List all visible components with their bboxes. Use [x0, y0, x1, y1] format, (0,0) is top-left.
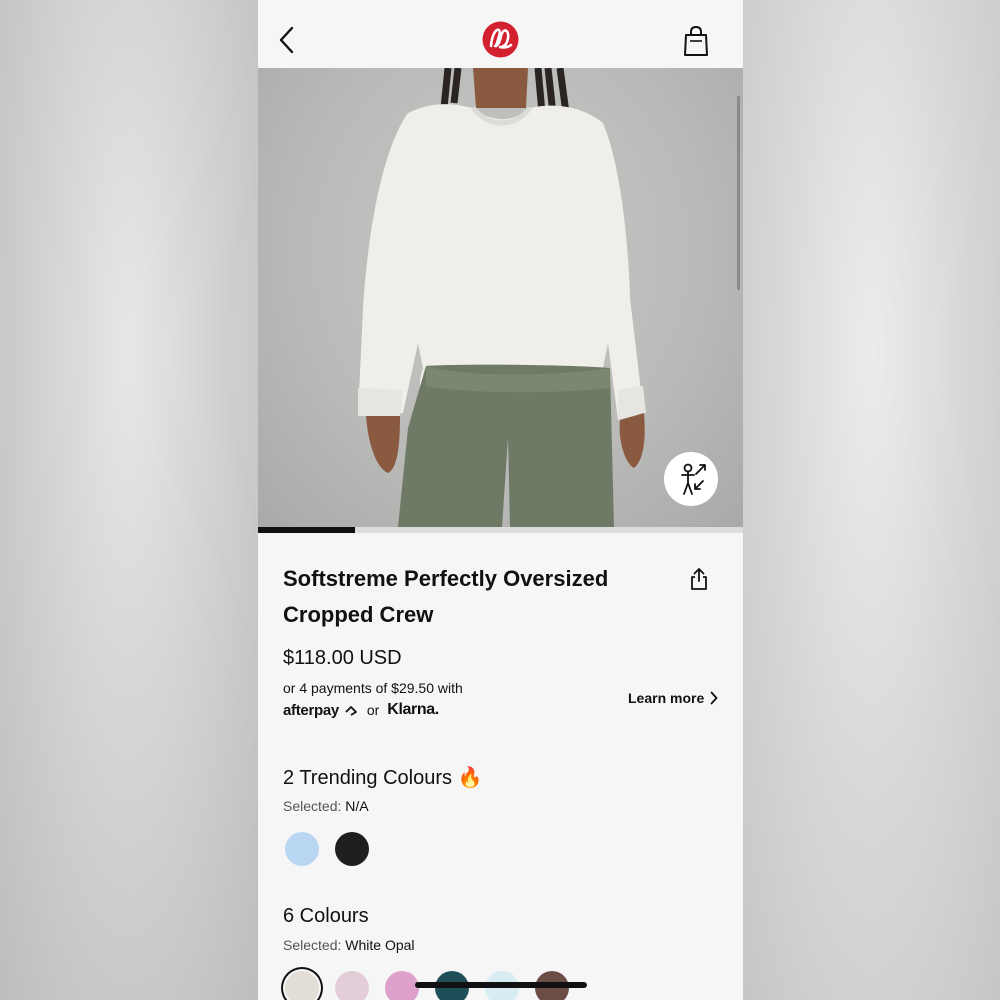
- trending-selected-label: Selected:: [283, 798, 342, 814]
- klarna-logo[interactable]: Klarna.: [387, 701, 439, 719]
- colours-selected: Selected: White Opal: [283, 937, 415, 953]
- home-indicator: [415, 982, 587, 988]
- learn-more-label: Learn more: [628, 690, 705, 706]
- product-image[interactable]: [258, 68, 743, 527]
- afterpay-arrows-icon: [345, 705, 357, 716]
- share-button[interactable]: [686, 566, 712, 592]
- or-text: or: [366, 702, 380, 718]
- colour-swatch-2[interactable]: [335, 971, 369, 1000]
- colours-selected-value: White Opal: [345, 937, 415, 953]
- body-fit-icon: [681, 463, 706, 495]
- learn-more-link[interactable]: Learn more: [628, 690, 718, 706]
- installment-text: or 4 payments of $29.50 with: [283, 680, 463, 696]
- product-page: Softstreme Perfectly Oversized Cropped C…: [258, 0, 743, 1000]
- colour-swatch-3[interactable]: [385, 971, 419, 1000]
- payment-providers: afterpay or Klarna.: [283, 701, 439, 719]
- chevron-right-icon: [710, 691, 718, 705]
- body-fit-button[interactable]: [664, 452, 718, 506]
- colours-selected-label: Selected:: [283, 937, 342, 953]
- trending-swatch-2[interactable]: [335, 832, 369, 866]
- background-blur-left: [0, 0, 258, 1000]
- top-bar: [258, 0, 743, 68]
- trending-colours-heading: 2 Trending Colours 🔥: [283, 767, 483, 789]
- shopping-bag-button[interactable]: [682, 24, 710, 58]
- lululemon-logo[interactable]: [482, 21, 519, 58]
- back-button[interactable]: [276, 22, 300, 58]
- product-details: Softstreme Perfectly Oversized Cropped C…: [258, 533, 743, 1000]
- afterpay-logo[interactable]: afterpay: [283, 702, 359, 719]
- product-price: $118.00 USD: [283, 647, 402, 669]
- model-illustration: [358, 68, 646, 527]
- image-scrollbar[interactable]: [737, 96, 740, 290]
- share-icon: [691, 568, 707, 590]
- product-title: Softstreme Perfectly Oversized Cropped C…: [283, 566, 609, 627]
- colour-swatch-1[interactable]: [285, 971, 319, 1000]
- colours-heading: 6 Colours: [283, 905, 369, 927]
- trending-swatch-1[interactable]: [285, 832, 319, 866]
- trending-selected-value: N/A: [345, 798, 369, 814]
- trending-selected: Selected: N/A: [283, 798, 369, 814]
- chevron-left-icon: [279, 26, 294, 54]
- shopping-bag-icon: [684, 25, 708, 56]
- background-blur-right: [743, 0, 1000, 1000]
